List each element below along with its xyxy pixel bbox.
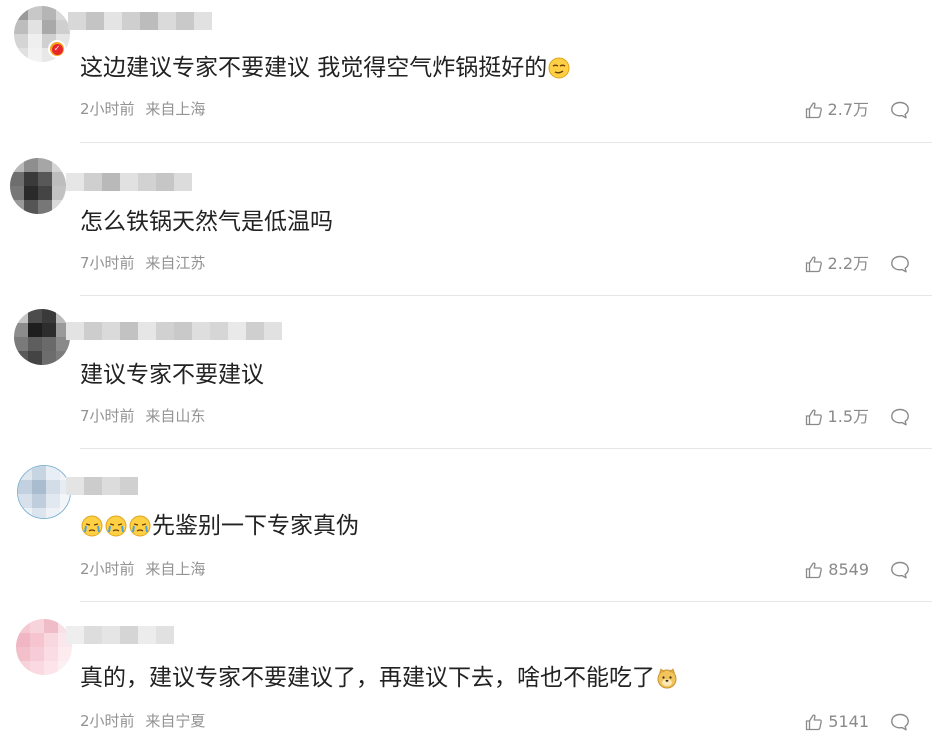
username-blurred[interactable] [66,173,192,191]
comment-meta: 7小时前 来自江苏 [80,254,205,272]
comment-text: 真的，建议专家不要建议了，再建议下去，啥也不能吃了 [80,663,679,693]
comment-time: 7小时前 [80,254,135,272]
comment-item: ✓ 这边建议专家不要建议 我觉得空气炸锅挺好的 2小时前 来自上海 2.7万 [0,0,932,143]
comment-location: 来自上海 [145,100,206,118]
comment-item: 建议专家不要建议 7小时前 来自山东 1.5万 [0,296,932,449]
comment-text: 这边建议专家不要建议 我觉得空气炸锅挺好的 [80,53,571,83]
tears-emoji-icon [81,515,103,537]
like-button[interactable]: 8549 [805,561,869,579]
like-button[interactable]: 2.2万 [805,255,869,273]
verified-badge-icon: ✓ [48,40,66,58]
avatar[interactable] [10,158,66,214]
comment-text: 建议专家不要建议 [80,362,264,388]
comment-item: 怎么铁锅天然气是低温吗 7小时前 来自江苏 2.2万 [0,143,932,296]
comment-time: 2小时前 [80,712,135,730]
doge-emoji-icon [657,668,677,689]
comment-list: ✓ 这边建议专家不要建议 我觉得空气炸锅挺好的 2小时前 来自上海 2.7万 怎… [0,0,932,732]
comment-meta: 7小时前 来自山东 [80,407,205,425]
comment-text: 先鉴别一下专家真伪 [80,511,359,541]
username-blurred[interactable] [66,477,138,495]
reply-button[interactable] [890,712,910,736]
like-count: 1.5万 [827,407,869,426]
reply-button[interactable] [890,407,910,431]
thumbs-up-icon [805,256,822,273]
comment-bubble-icon [891,561,909,579]
avatar[interactable] [14,309,70,365]
reply-button[interactable] [890,254,910,278]
username-blurred[interactable] [68,12,212,30]
comment-meta: 2小时前 来自上海 [80,100,205,118]
comment-bubble-icon [891,713,909,731]
comment-item: 真的，建议专家不要建议了，再建议下去，啥也不能吃了 2小时前 来自宁夏 5141 [0,602,932,732]
comment-time: 2小时前 [80,560,135,578]
comment-bubble-icon [891,255,909,273]
smirk-emoji-icon [548,57,570,79]
comment-meta: 2小时前 来自宁夏 [80,712,205,730]
thumbs-up-icon [806,562,823,579]
like-count: 8549 [828,560,869,579]
like-button[interactable]: 5141 [805,713,869,731]
username-blurred[interactable] [66,626,174,644]
reply-button[interactable] [890,560,910,584]
comment-location: 来自宁夏 [145,712,206,730]
comment-location: 来自山东 [145,407,206,425]
username-blurred[interactable] [66,322,282,340]
reply-button[interactable] [890,100,910,124]
comment-bubble-icon [891,408,909,426]
thumbs-up-icon [806,714,823,731]
avatar[interactable] [17,465,71,519]
like-count: 2.7万 [827,100,869,119]
like-count: 2.2万 [827,254,869,273]
comment-location: 来自江苏 [145,254,206,272]
comment-time: 2小时前 [80,100,135,118]
like-button[interactable]: 2.7万 [805,101,869,119]
thumbs-up-icon [805,102,822,119]
like-count: 5141 [828,712,869,731]
comment-text: 怎么铁锅天然气是低温吗 [80,209,333,235]
tears-emoji-icon [129,515,151,537]
avatar[interactable] [16,619,72,675]
comment-time: 7小时前 [80,407,135,425]
comment-location: 来自上海 [145,560,206,578]
comment-meta: 2小时前 来自上海 [80,560,205,578]
like-button[interactable]: 1.5万 [805,408,869,426]
comment-item: 先鉴别一下专家真伪 2小时前 来自上海 8549 [0,449,932,602]
thumbs-up-icon [805,409,822,426]
comment-bubble-icon [891,101,909,119]
tears-emoji-icon [105,515,127,537]
